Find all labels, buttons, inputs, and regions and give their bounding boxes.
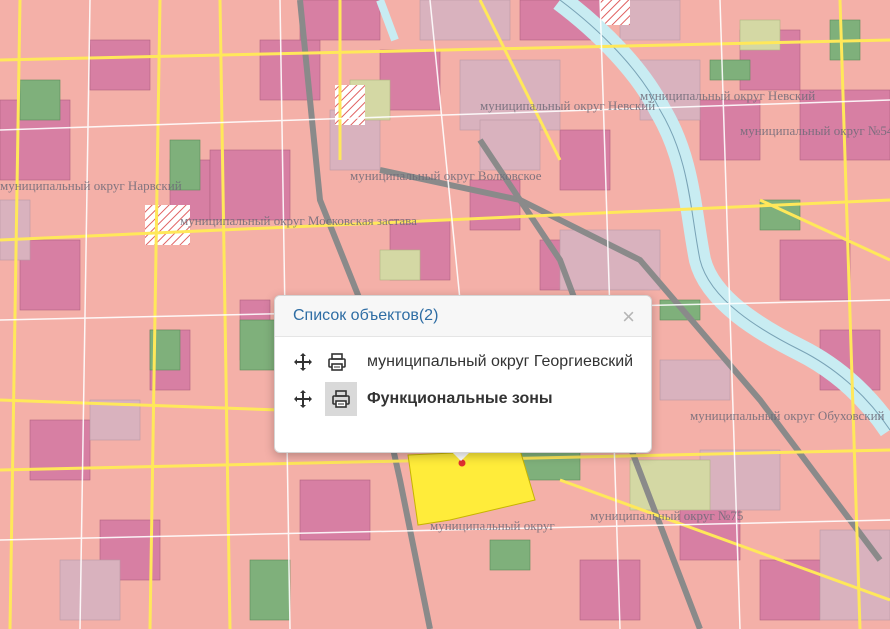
district-label: муниципальный округ №75 (590, 508, 743, 523)
district-label: муниципальный округ (430, 518, 555, 533)
print-button[interactable] (325, 382, 357, 416)
popup-title: Список объектов(2) (293, 307, 439, 324)
district-label: муниципальный округ Невский (480, 98, 655, 113)
object-list-item: муниципальный округ Георгиевский (293, 348, 637, 376)
move-icon[interactable] (293, 389, 313, 409)
object-label[interactable]: муниципальный округ Георгиевский (367, 353, 633, 370)
popup-header: Список объектов(2) × (275, 296, 651, 337)
print-icon[interactable] (327, 352, 347, 372)
district-label: муниципальный округ Волковское (350, 168, 542, 183)
object-label[interactable]: Функциональные зоны (367, 390, 553, 407)
district-label: муниципальный округ №54 (740, 123, 890, 138)
district-label: муниципальный округ Нарвский (0, 178, 182, 193)
popup-body: муниципальный округ Георгиевский Функцио… (293, 348, 637, 416)
district-label: муниципальный округ Обуховский (690, 408, 885, 423)
zone-hatched (600, 0, 630, 25)
move-icon[interactable] (293, 352, 313, 372)
print-icon (331, 389, 351, 409)
close-icon[interactable]: × (622, 306, 635, 328)
district-label: муниципальный округ Невский (640, 88, 815, 103)
object-list-item: Функциональные зоны (293, 382, 637, 416)
district-label: муниципальный округ Московская застава (180, 213, 417, 228)
object-list-popup: Список объектов(2) × муниципальный округ… (274, 295, 652, 453)
